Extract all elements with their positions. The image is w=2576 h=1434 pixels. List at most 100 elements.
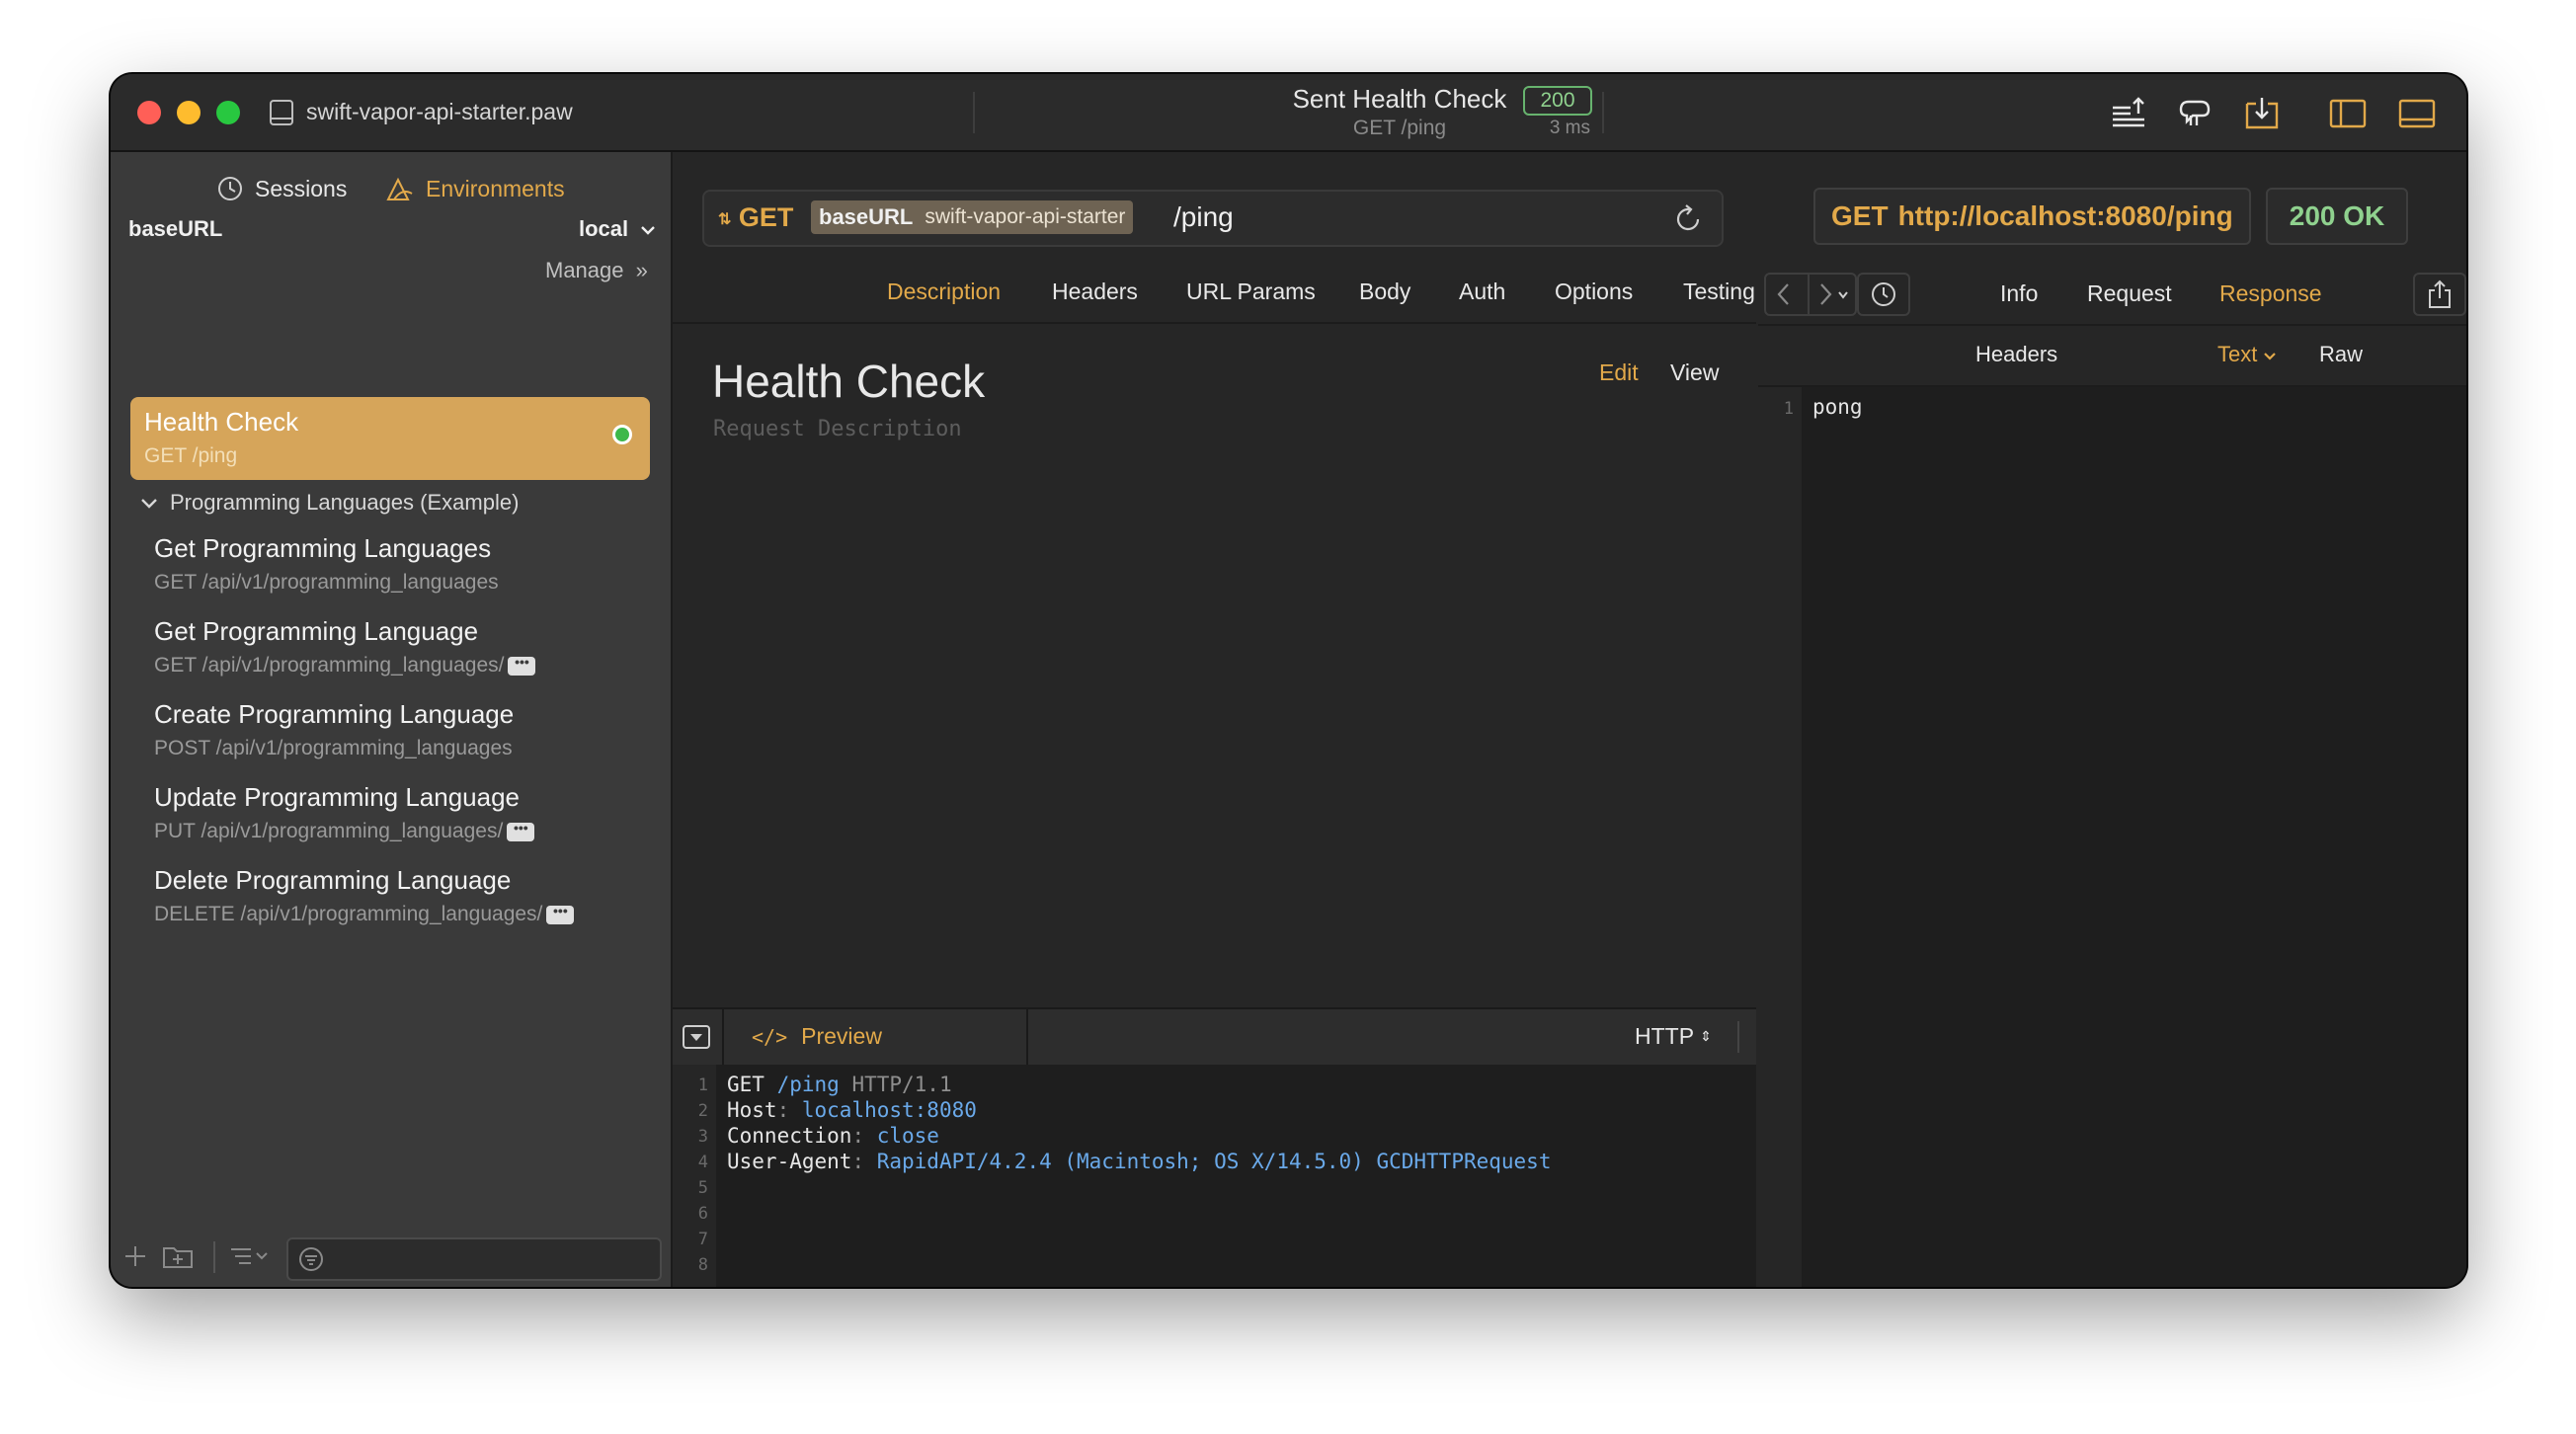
sidebar: Sessions Environments baseURL local Mana… <box>111 152 673 1287</box>
tab-testing[interactable]: Testing <box>1683 279 1755 305</box>
add-folder-icon[interactable] <box>162 1243 194 1269</box>
document-name: swift-vapor-api-starter.paw <box>306 99 573 124</box>
minimize-window-button[interactable] <box>177 101 201 124</box>
chevron-right-icon[interactable] <box>1813 280 1853 308</box>
tab-headers[interactable]: Headers <box>1052 279 1138 305</box>
sort-icon[interactable] <box>227 1243 271 1269</box>
import-icon[interactable] <box>2242 94 2282 133</box>
method-selector[interactable]: ⇅ GET <box>718 202 793 233</box>
url-param-token: ••• <box>508 655 536 676</box>
request-item[interactable]: Update Programming Language PUT /api/v1/… <box>154 782 648 843</box>
close-window-button[interactable] <box>137 101 161 124</box>
tab-body[interactable]: Body <box>1359 279 1410 305</box>
status-success-icon <box>612 425 632 444</box>
subtab-headers[interactable]: Headers <box>1975 342 2057 367</box>
tab-options[interactable]: Options <box>1555 279 1633 305</box>
response-status-badge: 200 OK <box>2266 188 2408 245</box>
chevron-left-icon[interactable] <box>1772 280 1796 308</box>
code-token: close <box>876 1124 939 1148</box>
code-token: GET <box>727 1073 777 1096</box>
view-button[interactable]: View <box>1670 359 1719 386</box>
subtab-raw[interactable]: Raw <box>2319 342 2363 367</box>
tab-environments[interactable]: Environments <box>384 174 565 203</box>
line-number: 5 <box>697 1178 708 1198</box>
code-token: Host <box>727 1098 777 1122</box>
request-subtitle: DELETE /api/v1/programming_languages/ <box>154 903 543 925</box>
code-token: /ping <box>776 1073 840 1096</box>
request-editor: ⇅ GET baseURL swift-vapor-api-starter /p… <box>673 152 1853 1287</box>
request-title[interactable]: Health Check <box>712 355 985 408</box>
code-token: : <box>851 1124 877 1148</box>
tab-response[interactable]: Response <box>2219 280 2322 307</box>
request-name: Get Programming Languages <box>154 533 492 563</box>
response-time: 3 ms <box>1549 118 1590 138</box>
toggle-sidebar-icon[interactable] <box>2328 94 2368 133</box>
request-name: Create Programming Language <box>154 699 515 729</box>
add-icon[interactable] <box>122 1243 148 1269</box>
collapse-panel-icon[interactable] <box>683 1025 710 1049</box>
chevron-down-icon <box>2264 353 2277 360</box>
request-name: Delete Programming Language <box>154 865 512 895</box>
format-selector[interactable]: HTTP ⇕ <box>1635 1023 1712 1050</box>
url-bar[interactable]: ⇅ GET baseURL swift-vapor-api-starter /p… <box>702 190 1724 247</box>
url-path[interactable]: /ping <box>1173 201 1234 233</box>
line-number: 1 <box>697 1076 708 1095</box>
code-token: RapidAPI/4.2.4 (Macintosh; OS X/14.5.0) … <box>876 1150 1552 1173</box>
response-url[interactable]: GET http://localhost:8080/ping <box>1813 188 2251 245</box>
edit-button[interactable]: Edit <box>1599 359 1639 386</box>
status-badge: 200 <box>1523 86 1592 116</box>
tab-description[interactable]: Description <box>887 279 1001 305</box>
zoom-window-button[interactable] <box>216 101 240 124</box>
environment-selector[interactable]: local <box>579 216 656 242</box>
line-number: 4 <box>697 1153 708 1172</box>
tab-auth[interactable]: Auth <box>1459 279 1505 305</box>
share-response-button[interactable] <box>2413 273 2466 316</box>
share-icon <box>2429 279 2451 308</box>
code-token: HTTP/1.1 <box>839 1073 952 1096</box>
tab-sessions[interactable]: Sessions <box>215 174 347 203</box>
request-item[interactable]: Create Programming Language POST /api/v1… <box>154 699 648 760</box>
manage-label: Manage <box>545 258 624 282</box>
request-item[interactable]: Get Programming Language GET /api/v1/pro… <box>154 616 648 677</box>
tab-preview[interactable]: </> Preview <box>752 1023 882 1050</box>
code-line: GET /ping HTTP/1.1 <box>727 1073 952 1096</box>
request-item[interactable]: Get Programming Languages GET /api/v1/pr… <box>154 533 648 595</box>
toggle-bottom-panel-icon[interactable] <box>2397 94 2437 133</box>
filter-icon <box>299 1247 323 1271</box>
preview-toolbar: </> Preview HTTP ⇕ <box>673 1007 1841 1067</box>
code-token: : <box>851 1150 877 1173</box>
response-url-text: http://localhost:8080/ping <box>1897 200 2233 231</box>
request-group[interactable]: Programming Languages (Example) <box>140 490 519 516</box>
sort-arrows-icon: ⇅ <box>718 210 732 228</box>
app-window: swift-vapor-api-starter.paw Sent Health … <box>111 74 2466 1287</box>
request-item[interactable]: Delete Programming Language DELETE /api/… <box>154 865 648 926</box>
request-name: Update Programming Language <box>154 782 521 812</box>
request-tabs: Description Headers URL Params Body Auth… <box>673 279 1756 318</box>
code-line: Connection: close <box>727 1124 939 1148</box>
response-body: 1 pong <box>1758 387 2466 1287</box>
tab-environments-label: Environments <box>426 175 565 201</box>
code-icon: </> <box>752 1024 788 1049</box>
request-name: Get Programming Language <box>154 616 479 646</box>
tab-url-params[interactable]: URL Params <box>1186 279 1316 305</box>
history-button[interactable] <box>1857 273 1910 316</box>
request-subtitle: GET /ping <box>144 444 238 467</box>
description-placeholder[interactable]: Request Description <box>713 417 962 441</box>
preview-label: Preview <box>801 1023 882 1049</box>
code-token: Connection <box>727 1124 852 1148</box>
send-refresh-icon[interactable] <box>1672 203 1704 235</box>
line-number: 8 <box>697 1255 708 1275</box>
hands-shake-icon[interactable] <box>2175 94 2214 133</box>
line-number: 7 <box>697 1230 708 1249</box>
env-variable-token[interactable]: baseURL swift-vapor-api-starter <box>811 200 1134 234</box>
manage-environments-button[interactable]: Manage » <box>545 258 648 283</box>
export-icon[interactable] <box>2109 94 2148 133</box>
filter-input[interactable] <box>286 1237 662 1281</box>
request-item-health-check[interactable]: Health Check GET /ping <box>130 397 650 480</box>
line-number: 1 <box>1783 399 1794 419</box>
code-token: localhost:8080 <box>801 1098 977 1122</box>
tab-request[interactable]: Request <box>2087 280 2172 307</box>
tab-info[interactable]: Info <box>2000 280 2038 307</box>
subtab-text[interactable]: Text <box>2217 342 2277 367</box>
line-number: 2 <box>697 1101 708 1121</box>
